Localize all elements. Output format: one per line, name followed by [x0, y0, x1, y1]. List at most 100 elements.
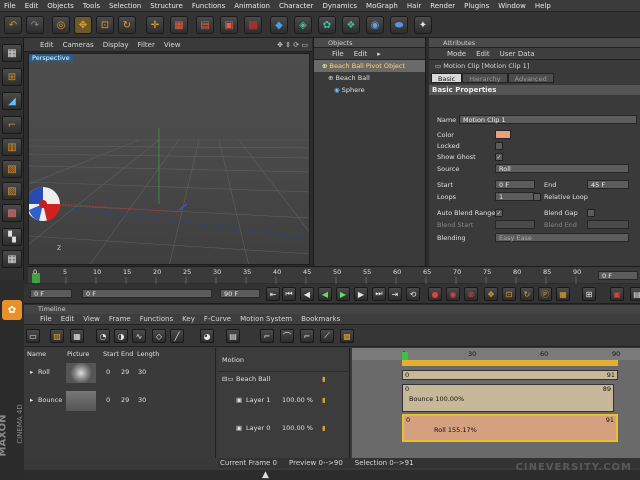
- cube-primitive-icon[interactable]: ◆: [270, 16, 288, 34]
- key-scale-icon[interactable]: ⊡: [502, 287, 516, 301]
- motion-clip-track[interactable]: 0 91: [402, 370, 618, 380]
- tl-ease-icon[interactable]: ◕: [200, 329, 214, 343]
- blending-dropdown[interactable]: Easy Ease: [495, 233, 629, 242]
- object-row-pivot[interactable]: ⊕ Beach Ball Pivot Object: [314, 60, 425, 72]
- tree-row-layer-1[interactable]: ▣ Layer 1 100.00 % ▮: [218, 393, 350, 407]
- key-position-icon[interactable]: ✥: [484, 287, 498, 301]
- menu-structure[interactable]: Structure: [150, 2, 183, 10]
- menu-help[interactable]: Help: [535, 2, 551, 10]
- source-field[interactable]: Roll: [495, 164, 629, 173]
- menu-functions[interactable]: Functions: [192, 2, 225, 10]
- next-key-icon[interactable]: ⏭: [372, 287, 386, 301]
- goto-end-icon[interactable]: ⇥: [388, 287, 402, 301]
- timeline-menu-edit[interactable]: Edit: [61, 315, 75, 323]
- move-icon[interactable]: ✥: [74, 16, 92, 34]
- motion-clip-add-icon[interactable]: ▣: [610, 287, 624, 301]
- tl-layer-icon[interactable]: ▩: [340, 329, 354, 343]
- tl-edit-icon[interactable]: ▨: [50, 329, 64, 343]
- environment-icon[interactable]: ◉: [366, 16, 384, 34]
- tl-select-icon[interactable]: ▭: [26, 329, 40, 343]
- interpolation-icon[interactable]: ⊞: [582, 287, 596, 301]
- menu-objects[interactable]: Objects: [47, 2, 73, 10]
- deformer-icon[interactable]: ❖: [342, 16, 360, 34]
- locked-checkbox[interactable]: [495, 142, 503, 150]
- viewport-nav-icons[interactable]: ✥ ⇕ ⟳ ▭: [277, 41, 308, 49]
- timeline-menu-functions[interactable]: Functions: [140, 315, 173, 323]
- record-icon[interactable]: ●: [428, 287, 442, 301]
- solo-icon[interactable]: ▮: [322, 396, 326, 404]
- timeline-menu-file[interactable]: File: [40, 315, 52, 323]
- motion-clip-roll[interactable]: 0 91 Roll 155.17%: [402, 414, 618, 442]
- tweak-mode-icon[interactable]: ▚: [2, 228, 22, 246]
- attributes-menu-user-data[interactable]: User Data: [500, 50, 535, 58]
- points-mode-icon[interactable]: ▥: [2, 138, 22, 156]
- perspective-viewport[interactable]: Perspective Z: [28, 53, 310, 265]
- motion-clip-bounce[interactable]: 0 89 Bounce 100.00%: [402, 384, 614, 412]
- objects-menu-edit[interactable]: Edit: [354, 50, 368, 58]
- tl-key-icon[interactable]: ◇: [152, 329, 166, 343]
- tl-hand-icon[interactable]: ◔: [96, 329, 110, 343]
- expand-arrow-icon[interactable]: ▸: [30, 368, 33, 376]
- tab-advanced[interactable]: Advanced: [507, 73, 554, 83]
- object-row-sphere[interactable]: ◉ Sphere: [314, 84, 425, 96]
- show-ghost-checkbox[interactable]: ✓: [495, 153, 503, 161]
- xyz-axis-icon[interactable]: ✛: [146, 16, 164, 34]
- current-frame-field[interactable]: 0 F: [30, 289, 72, 298]
- range-bar[interactable]: [402, 360, 618, 366]
- source-row[interactable]: ▸ Roll 0 29 30: [24, 360, 216, 386]
- menu-edit[interactable]: Edit: [25, 2, 39, 10]
- attributes-menu-edit[interactable]: Edit: [476, 50, 490, 58]
- solo-icon[interactable]: ▮: [322, 424, 326, 432]
- timeline-menu-frame[interactable]: Frame: [109, 315, 131, 323]
- bodypaint-icon[interactable]: ✿: [2, 300, 22, 320]
- tl-zoom-icon[interactable]: ◑: [114, 329, 128, 343]
- viewport-menu-edit[interactable]: Edit: [40, 41, 54, 49]
- name-field[interactable]: Motion Clip 1: [459, 115, 637, 124]
- scale-icon[interactable]: ⊡: [96, 16, 114, 34]
- tl-motion-icon[interactable]: ▤: [226, 329, 240, 343]
- keyframe-selection-icon[interactable]: ⊗: [464, 287, 478, 301]
- live-select-icon[interactable]: ◎: [52, 16, 70, 34]
- menu-tools[interactable]: Tools: [83, 2, 100, 10]
- menu-dynamics[interactable]: Dynamics: [323, 2, 358, 10]
- expand-arrow-icon[interactable]: ▸: [30, 396, 33, 404]
- menu-character[interactable]: Character: [279, 2, 314, 10]
- timeline-menu-fcurve[interactable]: F-Curve: [204, 315, 231, 323]
- object-axis-icon[interactable]: ⊞: [2, 68, 22, 86]
- tl-grid-icon[interactable]: ▦: [70, 329, 84, 343]
- viewport-menu-cameras[interactable]: Cameras: [63, 41, 94, 49]
- timeline-menu-key[interactable]: Key: [182, 315, 195, 323]
- timeline-ruler[interactable]: 0 5 10 15 20 25 30 35 40 45 50 55 60 65 70 75 80 85 90 0 F: [28, 266, 640, 284]
- enable-axis-icon[interactable]: ▩: [2, 204, 22, 222]
- key-param-icon[interactable]: Ⓟ: [538, 287, 552, 301]
- end-field[interactable]: 45 F: [587, 180, 629, 189]
- tree-row-beach-ball[interactable]: ⊟▭ Beach Ball ▮: [218, 371, 350, 385]
- workplane-icon[interactable]: ▦: [2, 250, 22, 268]
- next-frame-icon[interactable]: ▶: [354, 287, 368, 301]
- end-frame-field[interactable]: 90 F: [220, 289, 260, 298]
- timeline-end-field[interactable]: 0 F: [598, 271, 638, 280]
- layer-strength[interactable]: 100.00 %: [282, 424, 313, 432]
- timeline-menu-motion-system[interactable]: Motion System: [240, 315, 292, 323]
- color-swatch[interactable]: [495, 130, 511, 139]
- menu-selection[interactable]: Selection: [109, 2, 141, 10]
- tl-step-icon[interactable]: ⌐: [260, 329, 274, 343]
- tab-basic[interactable]: Basic: [431, 73, 463, 83]
- tl-linear-icon[interactable]: ╱: [170, 329, 184, 343]
- array-icon[interactable]: ✿: [318, 16, 336, 34]
- autokey-icon[interactable]: ◉: [446, 287, 460, 301]
- key-rotation-icon[interactable]: ↻: [520, 287, 534, 301]
- prev-frame-icon[interactable]: ◀: [300, 287, 314, 301]
- source-row[interactable]: ▸ Bounce 0 29 30: [24, 388, 216, 414]
- menu-hair[interactable]: Hair: [407, 2, 421, 10]
- redo-icon[interactable]: ↷: [26, 16, 44, 34]
- blend-start-field[interactable]: [495, 220, 535, 229]
- prev-key-icon[interactable]: ⏮: [282, 287, 296, 301]
- blend-gap-checkbox[interactable]: [587, 209, 595, 217]
- motion-track-area[interactable]: 0 30 60 90 0 91 0 89 Bounce 100.00% 0 91…: [352, 348, 640, 458]
- layer-strength[interactable]: 100.00 %: [282, 396, 313, 404]
- play-backward-icon[interactable]: ◀: [318, 287, 332, 301]
- menu-animation[interactable]: Animation: [234, 2, 270, 10]
- menu-plugins[interactable]: Plugins: [464, 2, 489, 10]
- edges-mode-icon[interactable]: ▧: [2, 160, 22, 178]
